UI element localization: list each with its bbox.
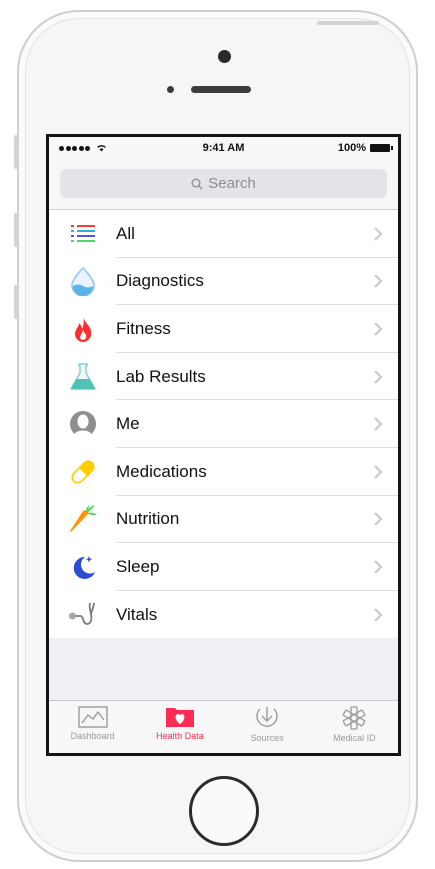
screen: 9:41 AM 100% Search All Diagnostics Fitn… — [46, 134, 401, 756]
chevron-right-icon — [374, 465, 383, 479]
chevron-right-icon — [374, 369, 383, 384]
battery-percent: 100% — [337, 142, 366, 154]
battery-icon — [370, 144, 393, 152]
stethoscope-icon — [68, 600, 98, 630]
chevron-right-icon — [374, 560, 383, 574]
list-item-label: Diagnostics — [116, 271, 204, 291]
flame-icon — [68, 314, 98, 344]
list-item-fitness[interactable]: Fitness — [49, 305, 398, 353]
list-item-label: Sleep — [116, 556, 160, 576]
list-item-diagnostics[interactable]: Diagnostics — [49, 258, 398, 306]
home-button[interactable] — [189, 776, 259, 846]
drop-icon — [68, 266, 98, 297]
earpiece-speaker — [191, 86, 251, 93]
tab-label: Dashboard — [70, 731, 115, 741]
tab-dashboard[interactable]: Dashboard — [49, 701, 136, 753]
tab-bar: Dashboard Health Data Sources Medical ID — [49, 700, 398, 753]
dashboard-icon — [77, 706, 108, 728]
chevron-right-icon — [374, 322, 383, 336]
list-item-label: Medications — [116, 461, 207, 481]
health-data-icon — [165, 708, 194, 727]
mute-switch — [14, 135, 18, 169]
chevron-right-icon — [374, 607, 383, 622]
chevron-right-icon — [374, 512, 383, 527]
chevron-right-icon — [374, 227, 383, 241]
chevron-right-icon — [374, 274, 383, 289]
tab-sources[interactable]: Sources — [224, 701, 311, 753]
battery-indicator: 100% — [337, 142, 393, 154]
power-button — [317, 21, 379, 25]
tab-label: Health Data — [156, 731, 204, 741]
tab-label: Medical ID — [333, 733, 376, 743]
search-bar: Search — [49, 161, 398, 210]
tab-label: Sources — [250, 733, 284, 743]
flask-icon — [68, 362, 98, 392]
list-item-label: Fitness — [116, 318, 171, 338]
list-item-nutrition[interactable]: Nutrition — [49, 496, 398, 544]
list-item-label: Nutrition — [116, 509, 180, 529]
list-item-label: Vitals — [116, 604, 158, 624]
moon-icon — [68, 552, 98, 582]
status-bar: 9:41 AM 100% — [49, 137, 398, 161]
list-item-vitals[interactable]: Vitals — [49, 591, 398, 639]
all-list-icon — [68, 219, 98, 249]
search-placeholder: Search — [208, 175, 256, 192]
tab-medical-id[interactable]: Medical ID — [311, 701, 398, 753]
list-item-medications[interactable]: Medications — [49, 448, 398, 496]
list-item-me[interactable]: Me — [49, 400, 398, 448]
person-icon — [68, 409, 98, 439]
chevron-right-icon — [374, 417, 383, 431]
tab-health-data[interactable]: Health Data — [136, 701, 223, 753]
search-icon — [191, 178, 203, 189]
health-category-list: All Diagnostics Fitness Lab Results Me M… — [49, 210, 398, 639]
list-item-label: Lab Results — [116, 366, 206, 386]
list-item-sleep[interactable]: Sleep — [49, 543, 398, 591]
proximity-sensor — [167, 86, 174, 93]
list-item-lab-results[interactable]: Lab Results — [49, 353, 398, 401]
list-item-label: Me — [116, 414, 140, 434]
medical-id-icon — [343, 706, 366, 730]
list-item-all[interactable]: All — [49, 210, 398, 258]
volume-down-button — [14, 285, 18, 319]
pill-icon — [68, 457, 98, 487]
list-item-label: All — [116, 223, 135, 243]
sources-icon — [256, 707, 278, 727]
search-input[interactable]: Search — [60, 169, 387, 198]
front-camera — [218, 50, 231, 63]
volume-up-button — [14, 213, 18, 247]
carrot-icon — [68, 504, 98, 534]
